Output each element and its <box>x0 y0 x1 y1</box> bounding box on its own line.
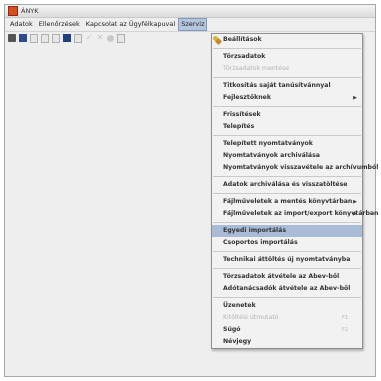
menu-item-label: Törzsadatok átvétele az Abev-ből <box>223 273 340 280</box>
doc-icon[interactable] <box>74 33 82 43</box>
menu-separator <box>213 193 361 194</box>
menu-separator <box>213 297 361 298</box>
menu-item-label: Telepített nyomtatványok <box>223 140 313 147</box>
menu-item-frissitesek[interactable]: Frissítések <box>212 109 362 121</box>
folder-icon[interactable] <box>8 34 16 42</box>
shortcut-key: F2 <box>341 327 348 333</box>
menu-item-label: Adatok archiválása és visszatöltése <box>223 181 348 188</box>
menu-item-label: Kitöltési útmutató <box>223 314 279 321</box>
menu-item-titkositas-sajat-tanusitvannyal[interactable]: Titkosítás saját tanúsítvánnyal <box>212 80 362 92</box>
menu-item-fajlmuveletek-az-import-export-konyvtarban[interactable]: Fájlműveletek az import/export könyvtárb… <box>212 208 378 220</box>
menu-item-label: Titkosítás saját tanúsítvánnyal <box>223 82 331 89</box>
menu-item-label: Egyedi importálás <box>223 227 287 234</box>
menu-item-fajlmuveletek-a-mentes-konyvtarban[interactable]: Fájlműveletek a mentés könyvtárban ▶ <box>212 196 362 208</box>
menu-item-technikai-attoltes-uj-nyomtatvanyba[interactable]: Technikai áttöltés új nyomtatványba <box>212 254 362 266</box>
menu-item-label: Fejlesztőknek <box>223 94 271 101</box>
menu-bar: Adatok Ellenőrzések Kapcsolat az Ügyfélk… <box>5 18 375 32</box>
settings-icon <box>213 36 223 46</box>
menu-item-label: Törzsadatok <box>223 53 266 60</box>
menu-item-telepites[interactable]: Telepítés <box>212 121 362 133</box>
calculator-icon[interactable] <box>63 34 71 42</box>
menu-item-label: Nyomtatványok visszavétele az archívumbó… <box>223 164 379 171</box>
menu-item-label: Technikai áttöltés új nyomtatványba <box>223 256 351 263</box>
szerviz-dropdown-menu: Beállítások Törzsadatok Törzsadatok mentés… <box>211 33 378 349</box>
doc-icon[interactable] <box>30 33 38 43</box>
menu-item-label: Fájlműveletek a mentés könyvtárban <box>223 198 353 205</box>
menu-kapcsolat-ugyfelkapu[interactable]: Kapcsolat az Ügyfélkapuval <box>83 18 178 31</box>
menu-separator <box>213 222 361 223</box>
menu-separator <box>213 77 361 78</box>
window-title: ÁNYK <box>21 7 39 15</box>
menu-item-label: Törzsadatok mentése <box>223 65 290 72</box>
menu-item-label: Súgó <box>223 326 241 333</box>
menu-item-sugo[interactable]: Súgó F2 <box>212 324 362 336</box>
menu-separator <box>213 106 361 107</box>
menu-separator <box>213 268 361 269</box>
menu-item-label: Adótanácsadók átvétele az Abev-ből <box>223 285 351 292</box>
submenu-arrow-icon: ▶ <box>353 199 357 205</box>
doc-icon[interactable] <box>117 33 125 43</box>
menu-item-label: Frissítések <box>223 111 261 118</box>
menu-item-torzsadatok[interactable]: Törzsadatok <box>212 51 362 63</box>
menu-item-torzsadatok-atvetele-az-abev-bol[interactable]: Törzsadatok átvétele az Abev-ből <box>212 271 362 283</box>
menu-item-label: Csoportos importálás <box>223 239 298 246</box>
menu-item-kitoltesi-utmutato: Kitöltési útmutató F1 <box>212 312 362 324</box>
menu-ellenorzesek[interactable]: Ellenőrzések <box>36 18 83 31</box>
menu-item-label: Üzenetek <box>223 302 256 309</box>
menu-separator <box>213 251 361 252</box>
menu-item-telepitett-nyomtatvanyok[interactable]: Telepített nyomtatványok <box>212 138 362 150</box>
shortcut-key: F1 <box>341 315 348 321</box>
save-icon[interactable] <box>19 34 27 42</box>
submenu-arrow-icon: ▶ <box>353 211 357 217</box>
menu-item-beallitasok[interactable]: Beállítások <box>212 34 362 46</box>
menu-item-label: Névjegy <box>223 338 252 345</box>
submenu-arrow-icon: ▶ <box>353 95 357 101</box>
menu-item-csoportos-importalas[interactable]: Csoportos importálás <box>212 237 362 249</box>
menu-item-egyedi-importalas[interactable]: Egyedi importálás <box>212 225 362 237</box>
menu-separator <box>213 135 361 136</box>
doc-icon[interactable] <box>41 33 49 43</box>
menu-item-fejlesztoknek[interactable]: Fejlesztőknek ▶ <box>212 92 362 104</box>
menu-szerviz[interactable]: Szerviz <box>178 18 208 31</box>
menu-item-nyomtatvanyok-visszavetele-az-archivumbol[interactable]: Nyomtatványok visszavétele az archívumbó… <box>212 162 378 174</box>
doc-icon[interactable] <box>52 33 60 43</box>
check-icon[interactable]: ✓ <box>85 34 93 42</box>
menu-item-label: Telepítés <box>223 123 255 130</box>
menu-item-adatok-archivalasa-es-visszatoltese[interactable]: Adatok archiválása és visszatöltése <box>212 179 362 191</box>
menu-adatok[interactable]: Adatok <box>7 18 36 31</box>
menu-item-nevjegy[interactable]: Névjegy <box>212 336 362 348</box>
find-icon[interactable] <box>107 34 114 42</box>
menu-item-adotanacsadok-atvetele-az-abev-bol[interactable]: Adótanácsadók átvétele az Abev-ből <box>212 283 362 295</box>
menu-item-uzenetek[interactable]: Üzenetek <box>212 300 362 312</box>
menu-separator <box>213 176 361 177</box>
menu-item-nyomtatvanyok-archivalasa[interactable]: Nyomtatványok archiválása <box>212 150 362 162</box>
title-bar: ÁNYK <box>5 5 375 18</box>
x-icon[interactable]: ✕ <box>96 34 104 42</box>
app-logo-icon <box>8 6 18 16</box>
menu-item-label: Nyomtatványok archiválása <box>223 152 320 159</box>
menu-item-torzsadatok-mentese: Törzsadatok mentése <box>212 63 362 75</box>
menu-item-label: Beállítások <box>223 36 262 43</box>
menu-separator <box>213 48 361 49</box>
